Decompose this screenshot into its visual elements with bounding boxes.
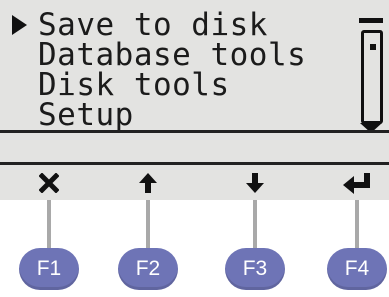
selection-cursor-icon bbox=[12, 15, 27, 35]
arrow-up-icon bbox=[138, 172, 158, 194]
softkey-bar bbox=[0, 165, 389, 200]
menu-list: Save to disk Database tools Disk tools S… bbox=[10, 10, 340, 133]
scrollbar-thumb[interactable] bbox=[370, 44, 376, 50]
scrollbar[interactable] bbox=[359, 18, 383, 133]
connector-line bbox=[146, 200, 150, 248]
softkey-down bbox=[225, 165, 285, 200]
close-icon bbox=[39, 172, 59, 193]
menu-item-label: Setup bbox=[38, 97, 134, 133]
menu-item-save-to-disk[interactable]: Save to disk bbox=[10, 10, 340, 41]
menu-item-disk-tools[interactable]: Disk tools bbox=[10, 70, 340, 101]
menu-item-database-tools[interactable]: Database tools bbox=[10, 40, 340, 71]
connector-line bbox=[253, 200, 257, 248]
menu-item-setup[interactable]: Setup bbox=[10, 97, 340, 133]
f4-button[interactable]: F4 bbox=[327, 248, 387, 290]
arrow-down-icon bbox=[245, 172, 265, 194]
status-line bbox=[0, 133, 389, 162]
softkey-cancel bbox=[19, 165, 79, 200]
f1-button[interactable]: F1 bbox=[19, 248, 79, 290]
connector-line bbox=[47, 200, 51, 248]
scrollbar-track[interactable] bbox=[361, 30, 383, 124]
scrollbar-top-cap bbox=[359, 18, 383, 23]
softkey-up bbox=[118, 165, 178, 200]
connector-line bbox=[355, 200, 359, 248]
f3-button[interactable]: F3 bbox=[225, 248, 285, 290]
lcd-screen: Save to disk Database tools Disk tools S… bbox=[0, 0, 389, 200]
softkey-enter bbox=[327, 165, 387, 200]
f2-button[interactable]: F2 bbox=[118, 248, 178, 290]
enter-icon bbox=[342, 172, 372, 194]
